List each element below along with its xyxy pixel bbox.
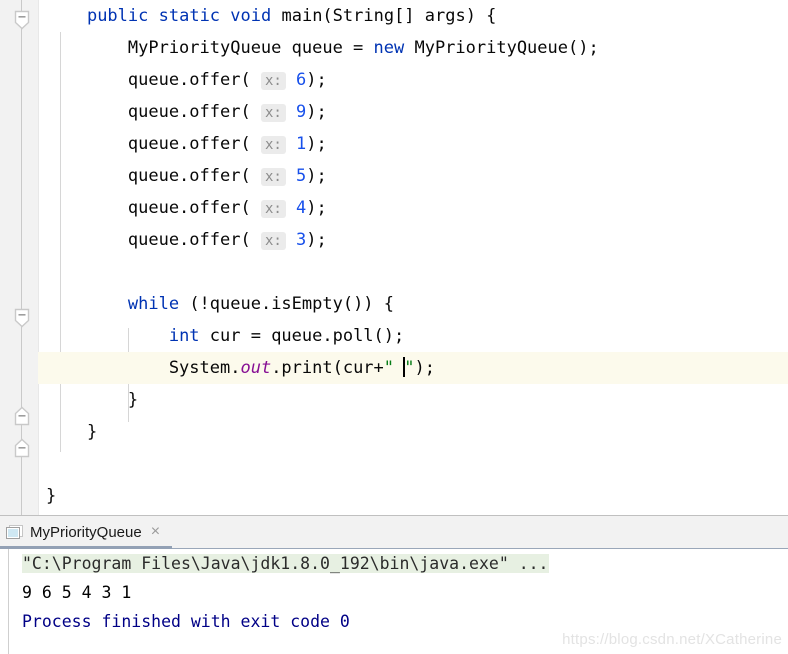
code-token-hint: x: bbox=[260, 72, 286, 90]
console-lines: "C:\Program Files\Java\jdk1.8.0_192\bin\… bbox=[22, 549, 788, 636]
console-command-text: "C:\Program Files\Java\jdk1.8.0_192\bin\… bbox=[22, 554, 549, 573]
code-token-plain: queue.offer( bbox=[46, 70, 261, 90]
code-token-plain: queue.offer( bbox=[46, 230, 261, 250]
code-token-hint: x: bbox=[260, 168, 286, 186]
code-token-str: " bbox=[404, 358, 415, 378]
line-close-class[interactable]: } bbox=[38, 480, 788, 512]
code-token-plain: ); bbox=[306, 70, 327, 90]
console-run-icon bbox=[6, 524, 23, 540]
console-tab-mypriorityqueue[interactable]: MyPriorityQueue × bbox=[0, 516, 173, 549]
run-console-panel: MyPriorityQueue × "C:\Program Files\Java… bbox=[0, 515, 788, 654]
watermark-text: https://blog.csdn.net/XCatherine bbox=[562, 631, 782, 648]
fold-while-start-icon[interactable] bbox=[14, 308, 30, 328]
fold-main-end-icon[interactable] bbox=[14, 438, 30, 458]
line-while[interactable]: while (!queue.isEmpty()) { bbox=[38, 288, 788, 320]
line-offer-3[interactable]: queue.offer( x: 3); bbox=[38, 224, 788, 256]
code-token-num: 3 bbox=[296, 230, 307, 250]
code-token-plain: ); bbox=[306, 102, 327, 122]
code-token-kw: static bbox=[158, 6, 221, 26]
code-token-plain: queue.offer( bbox=[46, 198, 261, 218]
line-offer-9[interactable]: queue.offer( x: 9); bbox=[38, 96, 788, 128]
line-offer-1[interactable]: queue.offer( x: 1); bbox=[38, 128, 788, 160]
code-token-num: 5 bbox=[296, 166, 307, 186]
code-token-hint: x: bbox=[260, 104, 286, 122]
code-token-plain: MyPriorityQueue queue = bbox=[46, 38, 374, 58]
code-token-plain: queue.offer( bbox=[46, 166, 261, 186]
code-token-plain: queue.offer( bbox=[46, 134, 261, 154]
code-token-str: " bbox=[383, 358, 405, 378]
code-token-hint: x: bbox=[260, 232, 286, 250]
line-close-while[interactable]: } bbox=[38, 384, 788, 416]
console-tab-bar: MyPriorityQueue × bbox=[0, 516, 788, 549]
code-token-plain: } bbox=[46, 422, 98, 442]
console-result: 9 6 5 4 3 1 bbox=[22, 583, 142, 602]
editor-gutter[interactable] bbox=[0, 0, 39, 515]
code-token-plain: ); bbox=[414, 358, 435, 378]
line-queue-decl[interactable]: MyPriorityQueue queue = new MyPriorityQu… bbox=[38, 32, 788, 64]
code-token-kw: while bbox=[127, 294, 180, 314]
close-icon[interactable]: × bbox=[149, 524, 162, 540]
code-token-plain: .print(cur+ bbox=[271, 358, 384, 378]
code-token-plain: ); bbox=[306, 198, 327, 218]
code-token-plain: ); bbox=[306, 166, 327, 186]
line-main-signature[interactable]: public static void main(String[] args) { bbox=[38, 0, 788, 32]
code-content[interactable]: public static void main(String[] args) {… bbox=[38, 0, 788, 515]
code-token-field: out bbox=[240, 358, 272, 378]
code-token-num: 9 bbox=[296, 102, 307, 122]
line-offer-5[interactable]: queue.offer( x: 5); bbox=[38, 160, 788, 192]
code-token-plain: (!queue.isEmpty()) { bbox=[179, 294, 395, 314]
code-token-plain: ); bbox=[306, 230, 327, 250]
code-token-kw: new bbox=[373, 38, 405, 58]
code-token-kw: int bbox=[168, 326, 200, 346]
code-token-plain: cur = queue.poll(); bbox=[199, 326, 405, 346]
code-editor[interactable]: public static void main(String[] args) {… bbox=[0, 0, 788, 515]
line-print[interactable]: System.out.print(cur+" "); bbox=[38, 352, 788, 384]
code-token-hint: x: bbox=[260, 200, 286, 218]
line-blank-2[interactable] bbox=[38, 448, 788, 480]
line-close-main[interactable]: } bbox=[38, 416, 788, 448]
ide-window: public static void main(String[] args) {… bbox=[0, 0, 788, 654]
console-tab-label: MyPriorityQueue bbox=[30, 523, 142, 541]
fold-while-end-icon[interactable] bbox=[14, 406, 30, 426]
console-gutter-rule bbox=[8, 549, 9, 654]
code-token-plain: } bbox=[46, 390, 139, 410]
console-command: "C:\Program Files\Java\jdk1.8.0_192\bin\… bbox=[22, 549, 788, 578]
line-blank-1[interactable] bbox=[38, 256, 788, 288]
code-token-num: 4 bbox=[296, 198, 307, 218]
code-token-plain: main(String[] args) { bbox=[271, 6, 497, 26]
code-token-hint: x: bbox=[260, 136, 286, 154]
code-token-num: 1 bbox=[296, 134, 307, 154]
line-offer-4[interactable]: queue.offer( x: 4); bbox=[38, 192, 788, 224]
code-token-kw: public bbox=[86, 6, 149, 26]
code-token-plain: queue.offer( bbox=[46, 102, 261, 122]
console-output-area[interactable]: "C:\Program Files\Java\jdk1.8.0_192\bin\… bbox=[0, 549, 788, 654]
code-token-plain: System. bbox=[46, 358, 241, 378]
code-token-plain: ); bbox=[306, 134, 327, 154]
code-token-num: 6 bbox=[296, 70, 307, 90]
line-int-cur[interactable]: int cur = queue.poll(); bbox=[38, 320, 788, 352]
code-token-kw: void bbox=[230, 6, 272, 26]
fold-main-start-icon[interactable] bbox=[14, 10, 30, 30]
line-offer-6[interactable]: queue.offer( x: 6); bbox=[38, 64, 788, 96]
code-token-plain: } bbox=[46, 486, 57, 506]
code-token-plain: MyPriorityQueue(); bbox=[404, 38, 599, 58]
